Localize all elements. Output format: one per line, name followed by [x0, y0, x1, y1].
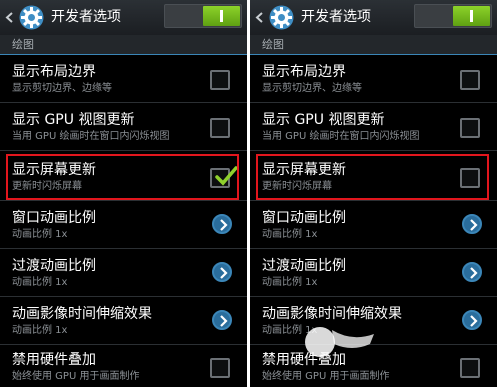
page-title: 开发者选项 — [301, 9, 371, 25]
setting-row-transition-animation-scale[interactable]: 过渡动画比例 动画比例 1x — [0, 250, 247, 297]
setting-row-show-layout-bounds[interactable]: 显示布局边界 显示剪切边界、边缘等 — [250, 56, 497, 103]
setting-row-window-animation-scale[interactable]: 窗口动画比例 动画比例 1x — [0, 202, 247, 249]
checkbox[interactable] — [210, 70, 230, 90]
back-arrow-icon[interactable] — [255, 12, 264, 23]
chevron-right-icon[interactable] — [212, 310, 232, 330]
checkbox[interactable] — [460, 118, 480, 138]
setting-summary: 始终使用 GPU 用于画面制作 — [262, 371, 390, 382]
setting-title: 显示布局边界 — [262, 64, 346, 80]
settings-gear-icon — [19, 5, 44, 30]
setting-summary: 动画比例 1x — [12, 229, 68, 240]
watermark-logo-icon — [305, 327, 374, 357]
setting-title: 动画影像时间伸缩效果 — [12, 306, 152, 322]
setting-summary: 显示剪切边界、边缘等 — [262, 83, 362, 94]
setting-summary: 动画比例 1x — [262, 277, 318, 288]
setting-title: 过渡动画比例 — [12, 258, 96, 274]
setting-title: 窗口动画比例 — [12, 210, 96, 226]
setting-summary: 显示剪切边界、边缘等 — [12, 83, 112, 94]
setting-row-show-gpu-view-updates[interactable]: 显示 GPU 视图更新 当用 GPU 绘画时在窗口内闪烁视图 — [250, 104, 497, 151]
comparison-image: 开发者选项 绘图 显示布局边界 显示剪切边界、边缘等 显示 GPU 视图更新 当… — [0, 0, 497, 387]
developer-options-toggle[interactable] — [414, 4, 492, 28]
setting-row-disable-hw-overlays[interactable]: 禁用硬件叠加 始终使用 GPU 用于画面制作 — [0, 344, 247, 387]
red-highlight-box — [6, 154, 239, 200]
setting-title: 禁用硬件叠加 — [12, 352, 96, 368]
checkbox[interactable] — [460, 358, 480, 378]
setting-row-show-gpu-view-updates[interactable]: 显示 GPU 视图更新 当用 GPU 绘画时在窗口内闪烁视图 — [0, 104, 247, 151]
setting-row-animator-duration-scale[interactable]: 动画影像时间伸缩效果 动画比例 1x — [0, 298, 247, 345]
setting-summary: 动画比例 1x — [262, 229, 318, 240]
setting-title: 窗口动画比例 — [262, 210, 346, 226]
toggle-on-knob — [453, 6, 490, 26]
chevron-right-icon[interactable] — [462, 310, 482, 330]
left-screen: 开发者选项 绘图 显示布局边界 显示剪切边界、边缘等 显示 GPU 视图更新 当… — [0, 0, 247, 387]
setting-row-transition-animation-scale[interactable]: 过渡动画比例 动画比例 1x — [250, 250, 497, 297]
back-arrow-icon[interactable] — [5, 12, 14, 23]
setting-title: 过渡动画比例 — [262, 258, 346, 274]
section-header: 绘图 — [0, 35, 247, 55]
developer-options-toggle[interactable] — [164, 4, 242, 28]
setting-summary: 始终使用 GPU 用于画面制作 — [12, 371, 140, 382]
chevron-right-icon[interactable] — [462, 214, 482, 234]
action-bar: 开发者选项 — [0, 0, 247, 35]
checkbox[interactable] — [210, 118, 230, 138]
section-header: 绘图 — [250, 35, 497, 55]
section-label: 绘图 — [262, 38, 284, 51]
chevron-right-icon[interactable] — [462, 262, 482, 282]
setting-title: 显示 GPU 视图更新 — [262, 112, 385, 128]
chevron-right-icon[interactable] — [212, 214, 232, 234]
setting-summary: 动画比例 1x — [12, 277, 68, 288]
toggle-on-knob — [203, 6, 240, 26]
setting-title: 动画影像时间伸缩效果 — [262, 306, 402, 322]
setting-title: 显示 GPU 视图更新 — [12, 112, 135, 128]
section-label: 绘图 — [12, 38, 34, 51]
settings-gear-icon — [269, 5, 294, 30]
action-bar: 开发者选项 — [250, 0, 497, 35]
setting-row-show-layout-bounds[interactable]: 显示布局边界 显示剪切边界、边缘等 — [0, 56, 247, 103]
setting-row-window-animation-scale[interactable]: 窗口动画比例 动画比例 1x — [250, 202, 497, 249]
setting-summary: 当用 GPU 绘画时在窗口内闪烁视图 — [12, 131, 170, 142]
setting-title: 显示布局边界 — [12, 64, 96, 80]
setting-summary: 动画比例 1x — [12, 325, 68, 336]
checkbox[interactable] — [460, 70, 480, 90]
setting-summary: 当用 GPU 绘画时在窗口内闪烁视图 — [262, 131, 420, 142]
red-highlight-box — [256, 154, 489, 200]
checkbox[interactable] — [210, 358, 230, 378]
page-title: 开发者选项 — [51, 9, 121, 25]
chevron-right-icon[interactable] — [212, 262, 232, 282]
